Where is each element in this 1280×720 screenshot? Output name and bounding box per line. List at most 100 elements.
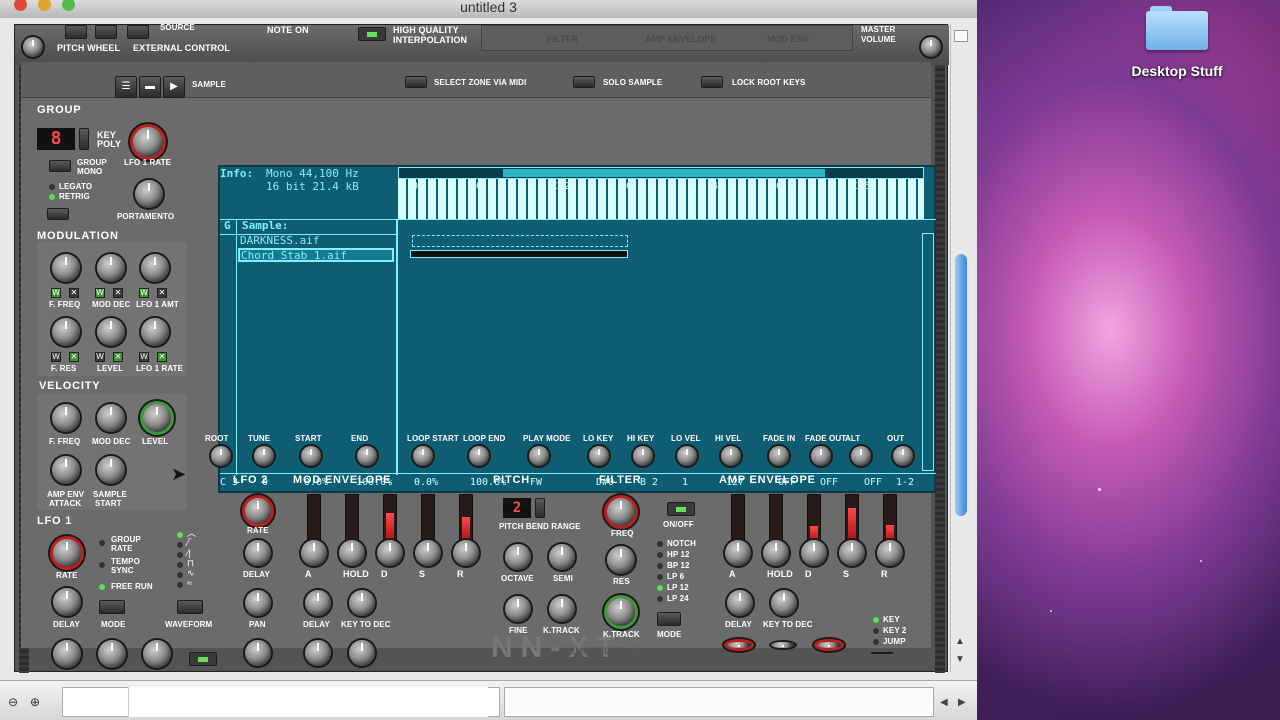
envelope-fader[interactable] — [383, 494, 397, 546]
octave-knob[interactable] — [505, 544, 531, 570]
scroll-down-arrow-icon[interactable]: ▼ — [955, 654, 965, 665]
keyboard-scroll-thumb[interactable] — [503, 169, 825, 177]
sample-browse-button[interactable]: ▬ — [139, 76, 161, 98]
ampenv-mode-button[interactable] — [871, 652, 893, 654]
envelope-fader[interactable] — [845, 494, 859, 546]
param-knob[interactable] — [811, 446, 831, 466]
horizontal-scroll-thumb[interactable] — [128, 687, 488, 717]
sample-prev-button[interactable]: ☰ — [115, 76, 137, 98]
lfo1-knob[interactable] — [143, 640, 171, 668]
filter-onoff-toggle[interactable] — [667, 502, 695, 516]
vel-level-knob[interactable] — [143, 404, 171, 432]
lfo1-rate-knob[interactable] — [53, 539, 81, 567]
select-zone-button[interactable] — [405, 76, 427, 88]
lfo1-waveform-button[interactable] — [177, 600, 203, 614]
lfo1-knob[interactable] — [98, 640, 126, 668]
zone-bar[interactable] — [412, 235, 628, 247]
param-knob[interactable] — [851, 446, 871, 466]
mod-w-toggle[interactable]: W — [95, 352, 105, 362]
wheel-button[interactable] — [95, 25, 117, 39]
lock-root-button[interactable] — [701, 76, 723, 88]
param-knob[interactable] — [211, 446, 231, 466]
zone-bar-selected[interactable] — [410, 250, 628, 258]
filter-mode-button[interactable] — [657, 612, 681, 626]
mod-x-toggle[interactable]: ✕ — [69, 352, 79, 362]
filter-freq-knob[interactable] — [607, 498, 635, 526]
mod-ffreq-knob[interactable] — [52, 254, 80, 282]
mod-x-toggle[interactable]: ✕ — [157, 352, 167, 362]
fine-knob[interactable] — [505, 596, 531, 622]
envelope-knob[interactable] — [339, 540, 365, 566]
envelope-knob[interactable] — [763, 540, 789, 566]
param-knob[interactable] — [413, 446, 433, 466]
envelope-knob[interactable] — [725, 540, 751, 566]
high-quality-toggle[interactable] — [358, 27, 386, 41]
envelope-fader[interactable] — [307, 494, 321, 546]
param-knob[interactable] — [769, 446, 789, 466]
filter-res-knob[interactable] — [607, 546, 635, 574]
envelope-fader[interactable] — [345, 494, 359, 546]
horizontal-scrollbar[interactable]: ⊖ ⊕ ◀ ▶ — [0, 680, 977, 720]
source-button[interactable] — [127, 25, 149, 39]
semi-knob[interactable] — [549, 544, 575, 570]
title-bar[interactable]: untitled 3 — [0, 0, 977, 18]
modenv-delay-knob[interactable] — [305, 590, 331, 616]
param-knob[interactable] — [893, 446, 913, 466]
mod-w-toggle[interactable]: W — [51, 352, 61, 362]
envelope-fader[interactable] — [731, 494, 745, 546]
sample-list-scrollbar[interactable] — [922, 233, 934, 471]
param-knob[interactable] — [677, 446, 697, 466]
key-poly-stepper[interactable] — [79, 128, 89, 150]
sample-row[interactable]: DARKNESS.aif — [240, 234, 319, 247]
envelope-knob[interactable] — [877, 540, 903, 566]
lfo1-knob[interactable] — [53, 640, 81, 668]
folder-icon[interactable] — [1146, 6, 1208, 50]
modenv-keytodec-knob[interactable] — [349, 590, 375, 616]
ampenv-knob[interactable] — [727, 642, 751, 648]
pitch-button[interactable] — [65, 25, 87, 39]
scroll-left-arrow-icon[interactable]: ◀ — [940, 697, 948, 708]
ampenv-keytodec-knob[interactable] — [771, 590, 797, 616]
envelope-knob[interactable] — [453, 540, 479, 566]
lfo2-knob[interactable] — [245, 640, 271, 666]
mod-lfo1rate-knob[interactable] — [141, 318, 169, 346]
mod-x-toggle[interactable]: ✕ — [113, 288, 123, 298]
zoom-in-icon[interactable]: ⊕ — [30, 695, 40, 709]
envelope-knob[interactable] — [839, 540, 865, 566]
lfo1-sync-toggle[interactable] — [189, 652, 217, 666]
vel-samplestart-knob[interactable] — [97, 456, 125, 484]
mod-x-toggle[interactable]: ✕ — [157, 288, 167, 298]
mod-fres-knob[interactable] — [52, 318, 80, 346]
envelope-knob[interactable] — [377, 540, 403, 566]
zoom-out-icon[interactable]: ⊖ — [8, 695, 18, 709]
param-knob[interactable] — [633, 446, 653, 466]
param-knob[interactable] — [529, 446, 549, 466]
param-knob[interactable] — [721, 446, 741, 466]
vel-moddec-knob[interactable] — [97, 404, 125, 432]
mod-w-toggle[interactable]: W — [139, 352, 149, 362]
param-knob[interactable] — [357, 446, 377, 466]
param-knob[interactable] — [469, 446, 489, 466]
envelope-knob[interactable] — [301, 540, 327, 566]
modenv-knob[interactable] — [305, 640, 331, 666]
envelope-fader[interactable] — [769, 494, 783, 546]
modenv-knob[interactable] — [349, 640, 375, 666]
group-mono-button[interactable] — [49, 160, 71, 172]
param-knob[interactable] — [301, 446, 321, 466]
ampenv-knob[interactable] — [817, 642, 841, 648]
mod-moddec-knob[interactable] — [97, 254, 125, 282]
mod-w-toggle[interactable]: W — [139, 288, 149, 298]
vertical-scrollbar[interactable]: ▲ ▼ — [950, 24, 972, 672]
envelope-fader[interactable] — [807, 494, 821, 546]
lfo1-rate-group-knob[interactable] — [133, 127, 163, 157]
envelope-fader[interactable] — [421, 494, 435, 546]
mod-level-knob[interactable] — [97, 318, 125, 346]
mod-w-toggle[interactable]: W — [51, 288, 61, 298]
mod-x-toggle[interactable]: ✕ — [69, 288, 79, 298]
lfo1-delay-knob[interactable] — [53, 588, 81, 616]
envelope-fader[interactable] — [883, 494, 897, 546]
param-knob[interactable] — [589, 446, 609, 466]
desktop-folder-label[interactable]: Desktop Stuff — [1110, 63, 1244, 79]
envelope-knob[interactable] — [415, 540, 441, 566]
lfo2-delay-knob[interactable] — [245, 540, 271, 566]
